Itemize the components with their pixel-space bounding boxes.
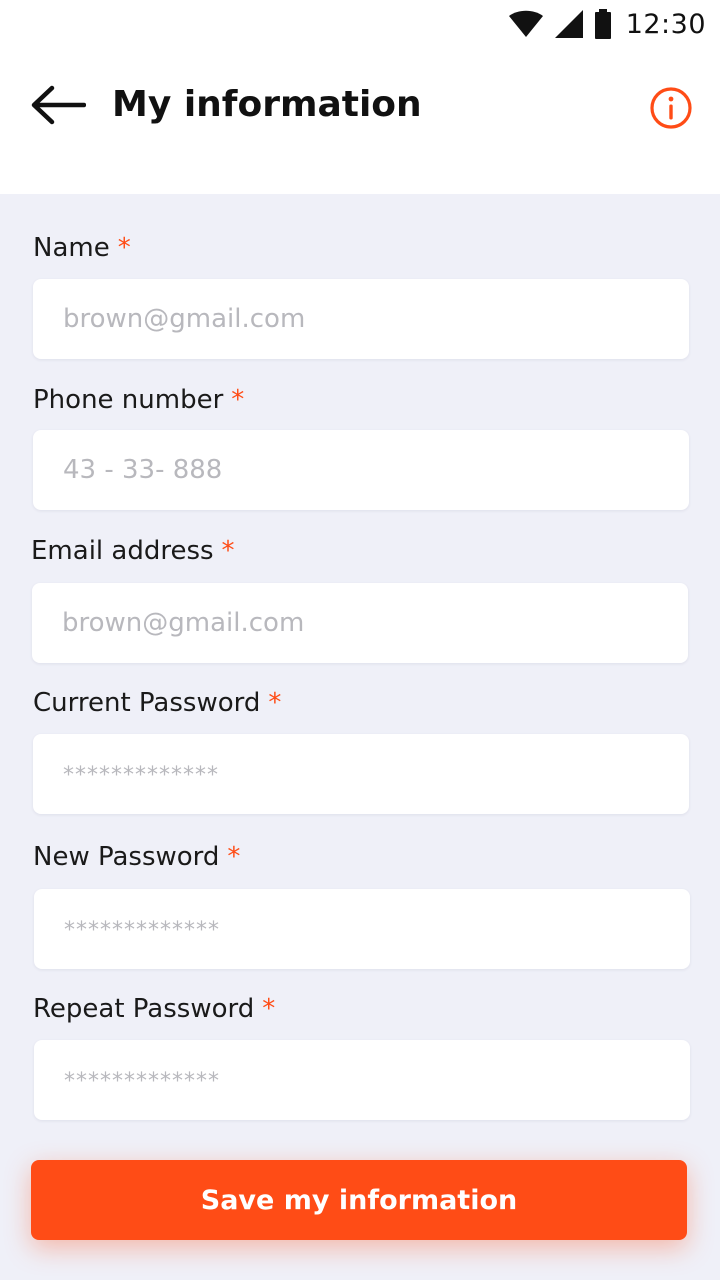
arrow-left-icon — [31, 85, 86, 125]
new-password-label: New Password * — [33, 842, 241, 872]
info-circle-icon — [650, 87, 692, 129]
current-password-field[interactable] — [33, 734, 689, 814]
required-mark: * — [227, 842, 241, 872]
page-title: My information — [112, 84, 422, 125]
current-password-label: Current Password * — [33, 688, 282, 718]
wifi-icon — [508, 10, 543, 37]
required-mark: * — [268, 688, 282, 718]
phone-label: Phone number * — [33, 385, 245, 415]
repeat-password-label: Repeat Password * — [33, 994, 276, 1024]
email-field[interactable] — [32, 583, 688, 663]
back-button[interactable] — [28, 78, 88, 132]
required-mark: * — [117, 233, 131, 263]
app-header: My information — [0, 48, 720, 194]
required-mark: * — [221, 536, 235, 566]
info-button[interactable] — [648, 85, 694, 131]
clock: 12:30 — [625, 8, 706, 40]
repeat-password-field[interactable] — [34, 1040, 690, 1120]
required-mark: * — [231, 385, 245, 415]
phone-field[interactable] — [33, 430, 689, 510]
save-button[interactable]: Save my information — [31, 1160, 687, 1240]
name-field[interactable] — [33, 279, 689, 359]
battery-icon — [594, 9, 611, 39]
required-mark: * — [262, 994, 276, 1024]
status-icons: 12:30 — [508, 6, 706, 42]
status-bar: 12:30 — [0, 0, 720, 48]
name-label: Name * — [33, 233, 131, 263]
email-label: Email address * — [31, 536, 235, 566]
signal-icon — [554, 10, 583, 38]
new-password-field[interactable] — [34, 889, 690, 969]
